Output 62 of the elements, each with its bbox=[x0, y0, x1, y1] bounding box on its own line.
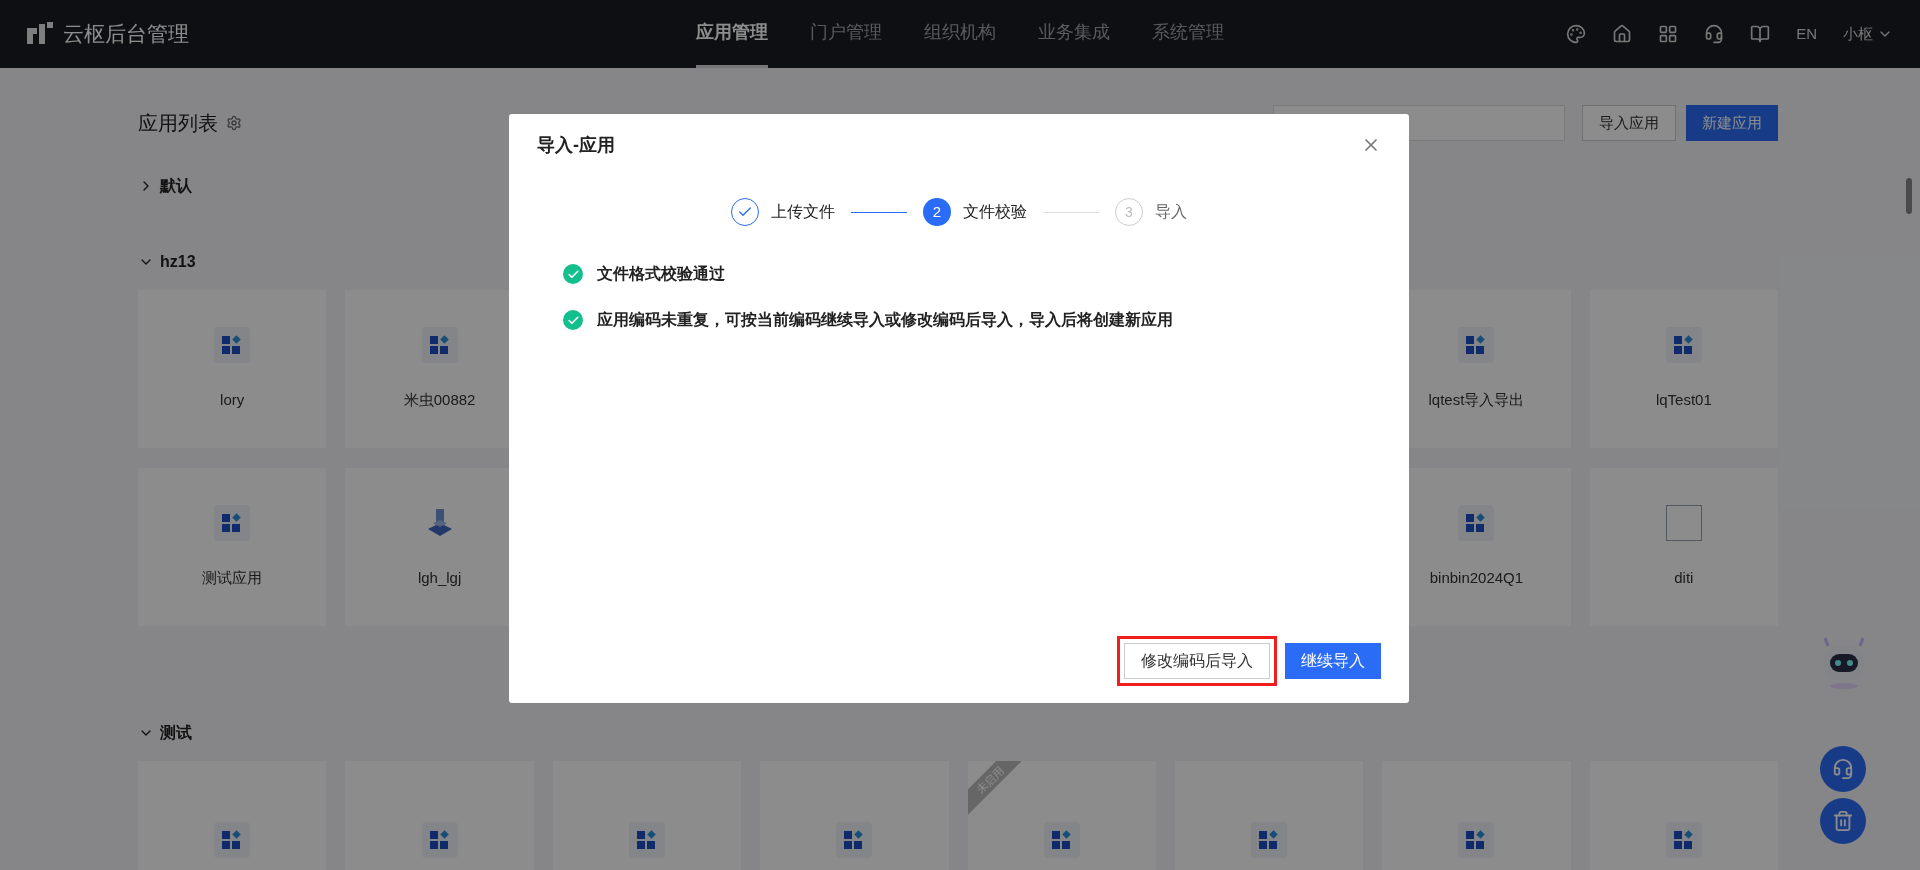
page-title: 应用列表 bbox=[138, 111, 218, 136]
app-grid-icon bbox=[421, 326, 458, 363]
nav-tab[interactable]: 业务集成 bbox=[1038, 0, 1110, 68]
nav-tab[interactable]: 组织机构 bbox=[924, 0, 996, 68]
app-grid-icon bbox=[1251, 822, 1288, 858]
modify-code-button[interactable]: 修改编码后导入 bbox=[1124, 643, 1270, 679]
nav-tab[interactable]: 应用管理 bbox=[696, 0, 768, 68]
validation-message: 文件格式校验通过 bbox=[597, 264, 725, 284]
app-name: lory bbox=[220, 389, 245, 410]
import-app-button[interactable]: 导入应用 bbox=[1582, 105, 1676, 141]
step-label: 文件校验 bbox=[963, 202, 1027, 222]
group-header[interactable]: 默认 bbox=[138, 158, 192, 214]
app-card[interactable]: lory bbox=[138, 290, 327, 448]
app-grid-icon bbox=[214, 504, 251, 541]
app-grid-icon bbox=[214, 822, 251, 858]
app-grid-icon bbox=[628, 822, 665, 858]
support-button[interactable] bbox=[1820, 746, 1866, 792]
app-grid-icon bbox=[1665, 326, 1702, 363]
validation-message: 应用编码未重复，可按当前编码继续导入或修改编码后导入，导入后将创建新应用 bbox=[597, 310, 1173, 330]
step-number: 2 bbox=[923, 198, 951, 226]
app-grid-icon bbox=[1458, 326, 1495, 363]
app-grid-icon bbox=[214, 326, 251, 363]
group-header[interactable]: hz13 bbox=[138, 234, 196, 290]
app-name: lqTest01 bbox=[1655, 389, 1712, 410]
app-grid-icon bbox=[1458, 822, 1495, 858]
trash-button[interactable] bbox=[1820, 798, 1866, 844]
app-card[interactable]: diti bbox=[1589, 468, 1778, 626]
settings-icon[interactable] bbox=[226, 115, 242, 131]
home-icon[interactable] bbox=[1612, 24, 1633, 44]
step-label: 导入 bbox=[1155, 202, 1187, 222]
nav-tab[interactable]: 门户管理 bbox=[810, 0, 882, 68]
group-header[interactable]: 测试 bbox=[138, 705, 192, 761]
user-menu[interactable]: 小枢 bbox=[1843, 22, 1893, 46]
headset-icon[interactable] bbox=[1704, 24, 1725, 44]
app-grid-icon bbox=[421, 822, 458, 858]
book-icon[interactable] bbox=[1750, 24, 1771, 44]
app-name: lgh_lgj bbox=[417, 567, 462, 588]
grid-icon[interactable] bbox=[1658, 24, 1679, 44]
app-card[interactable]: 测试应用 bbox=[138, 468, 327, 626]
app-grid-icon bbox=[836, 822, 873, 858]
language-link[interactable]: EN bbox=[1796, 22, 1817, 46]
app-grid-icon bbox=[1665, 822, 1702, 858]
broken-image-icon bbox=[1665, 504, 1702, 541]
new-app-button[interactable]: 新建应用 bbox=[1686, 105, 1778, 141]
app-card[interactable]: lqTest01 bbox=[1589, 290, 1778, 448]
palette-icon[interactable] bbox=[1566, 24, 1587, 44]
step-label: 上传文件 bbox=[771, 202, 835, 222]
app-grid-icon bbox=[1043, 822, 1080, 858]
app-name: binbin2024Q1 bbox=[1429, 567, 1524, 588]
headset-icon bbox=[1832, 758, 1854, 780]
app-grid-icon bbox=[1458, 504, 1495, 541]
scrollbar-thumb[interactable] bbox=[1906, 178, 1912, 214]
nav-tab[interactable]: 系统管理 bbox=[1152, 0, 1224, 68]
continue-import-button[interactable]: 继续导入 bbox=[1285, 643, 1381, 679]
app-name: lqtest导入导出 bbox=[1428, 389, 1525, 410]
app-name: 测试应用 bbox=[202, 567, 263, 588]
app-name: diti bbox=[1674, 567, 1694, 588]
logo-icon bbox=[27, 22, 53, 46]
dialog-title: 导入-应用 bbox=[537, 133, 615, 157]
app-name: 米虫00882 bbox=[403, 389, 476, 410]
app-title: 云枢后台管理 bbox=[63, 21, 189, 48]
trash-icon bbox=[1832, 810, 1854, 832]
